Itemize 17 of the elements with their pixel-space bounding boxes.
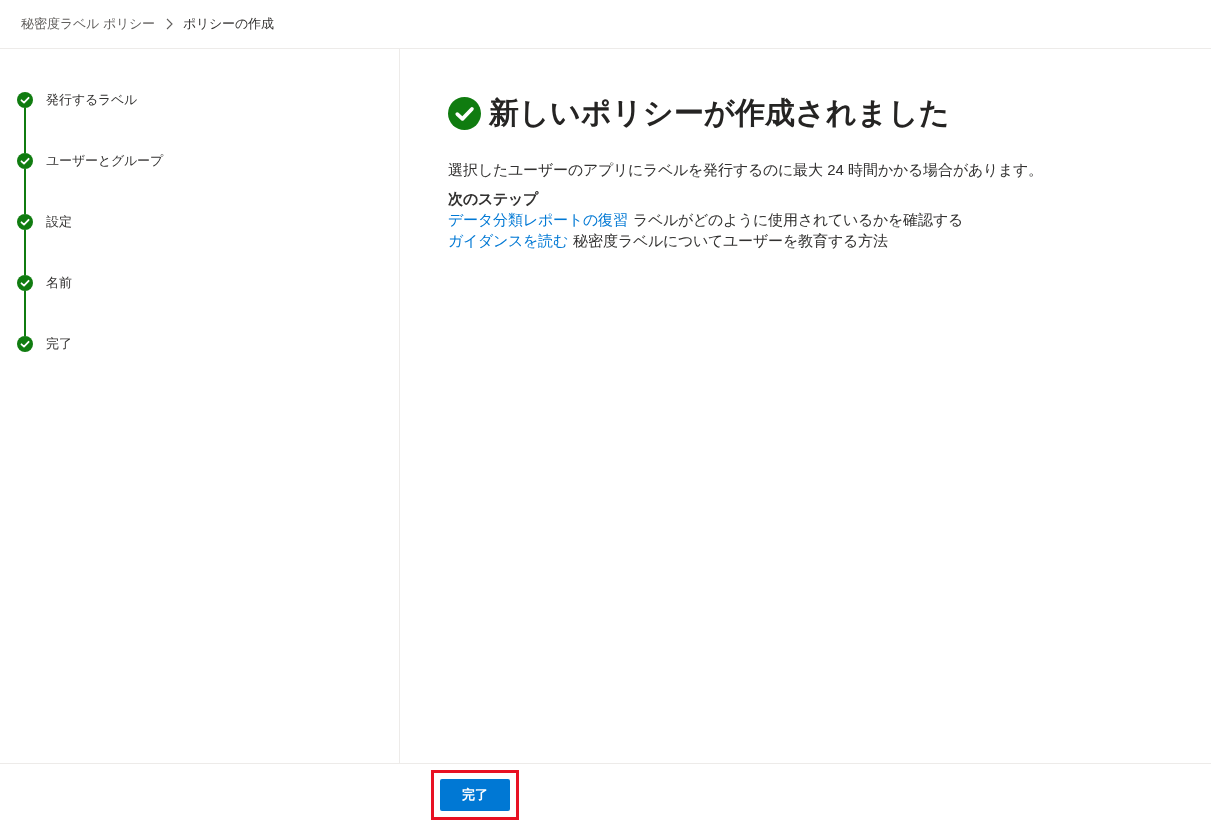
next-step-link[interactable]: データ分類レポートの復習 bbox=[448, 211, 628, 228]
info-message: 選択したユーザーのアプリにラベルを発行するのに最大 24 時間かかる場合があります。 bbox=[448, 160, 1045, 180]
page-title: 新しいポリシーが作成されました bbox=[489, 95, 950, 131]
breadcrumb-item[interactable]: 秘密度ラベル ポリシー bbox=[21, 14, 155, 34]
success-check-icon bbox=[448, 96, 481, 130]
next-steps-heading: 次のステップ bbox=[448, 189, 540, 209]
step-label[interactable]: 名前 bbox=[46, 275, 72, 336]
next-step-text: データ分類レポートの復習 ラベルがどのように使用されているかを確認する bbox=[448, 210, 964, 230]
step-label[interactable]: 発行するラベル bbox=[46, 92, 137, 153]
step-label[interactable]: 設定 bbox=[46, 214, 72, 275]
chevron-right-icon bbox=[164, 18, 173, 30]
next-step-text: ガイダンスを読む 秘密度ラベルについてユーザーを教育する方法 bbox=[448, 231, 889, 251]
breadcrumb-item: ポリシーの作成 bbox=[182, 15, 274, 34]
finish-button[interactable]: 完了 bbox=[440, 778, 510, 811]
step-label[interactable]: ユーザーとグループ bbox=[46, 153, 163, 214]
next-step-link[interactable]: ガイダンスを読む bbox=[448, 232, 568, 249]
step-label[interactable]: 完了 bbox=[46, 336, 72, 352]
